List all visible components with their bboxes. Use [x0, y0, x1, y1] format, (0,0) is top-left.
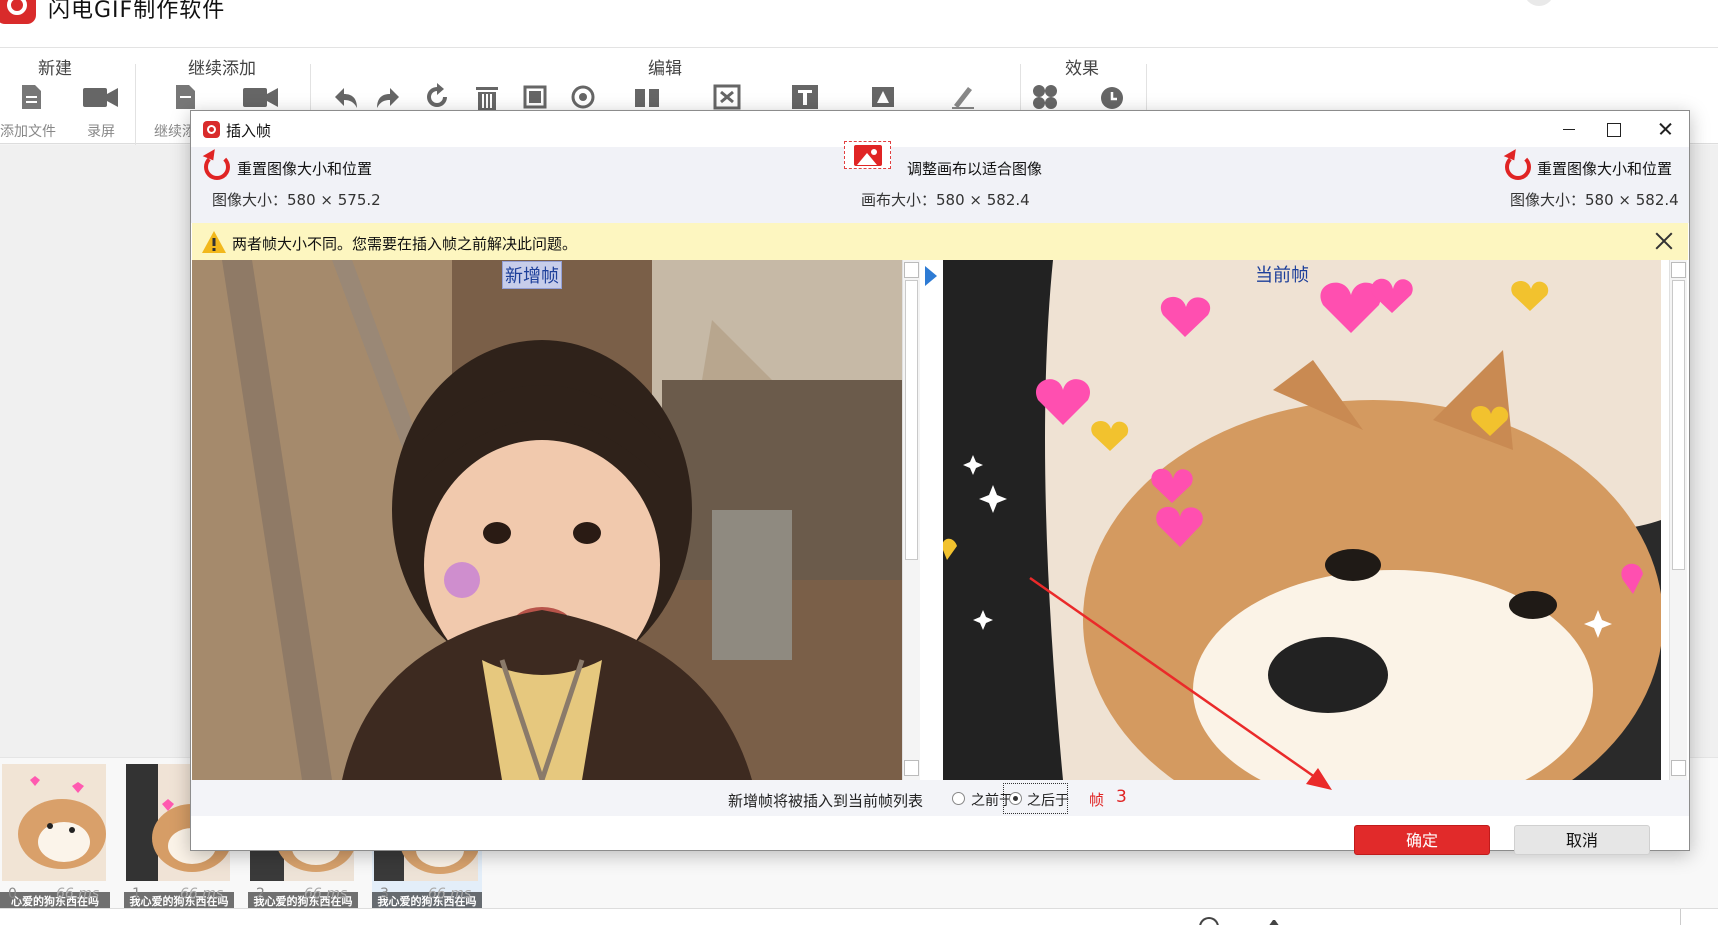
frame-index: 2	[256, 886, 265, 902]
add-file-icon[interactable]	[16, 83, 46, 111]
dialog-title: 插入帧	[226, 122, 272, 140]
reset-right-icon[interactable]	[1505, 154, 1531, 180]
maximize-button[interactable]	[1591, 115, 1635, 143]
continue-record-icon[interactable]	[242, 83, 280, 111]
brush-icon[interactable]	[948, 83, 978, 111]
delete-icon[interactable]	[472, 83, 502, 111]
group-label-edit: 编辑	[648, 59, 682, 79]
status-divider	[1680, 909, 1681, 925]
undo-icon[interactable]	[330, 83, 360, 111]
fit-canvas-label[interactable]: 调整画布以适合图像	[907, 158, 1042, 179]
app-title: 闪电GIF制作软件	[48, 0, 226, 23]
scroll-up-icon[interactable]	[1671, 262, 1686, 278]
scroll-up-icon[interactable]	[904, 262, 919, 278]
minimize-button[interactable]	[1546, 115, 1590, 143]
group-label-effects: 效果	[1065, 59, 1099, 79]
frame-duration[interactable]: 66 ms	[304, 886, 347, 902]
triangle-right-icon[interactable]	[925, 266, 937, 286]
text-icon[interactable]	[790, 83, 820, 111]
zoom-icon[interactable]	[1199, 917, 1219, 925]
frame-duration[interactable]: 66 ms	[428, 886, 471, 902]
app-logo-icon	[0, 0, 36, 24]
record-screen-label[interactable]: 录屏	[87, 121, 115, 141]
chevron-up-icon[interactable]	[1268, 919, 1280, 925]
canvas-size: 画布大小：580 × 582.4	[861, 191, 1030, 209]
status-bar	[0, 908, 1718, 925]
effects-grid-icon[interactable]	[1030, 83, 1060, 111]
frame-number[interactable]: 3	[1116, 787, 1127, 807]
frame-duration[interactable]: 66 ms	[56, 886, 99, 902]
new-frame-preview[interactable]: 新增帧	[192, 260, 902, 780]
group-divider	[135, 64, 136, 146]
continue-add-file-icon[interactable]	[170, 83, 200, 111]
redo-icon[interactable]	[374, 83, 404, 111]
fit-canvas-button[interactable]	[844, 141, 891, 169]
app-title-bar: 闪电GIF制作软件	[0, 0, 1718, 48]
radio-after-label[interactable]: 之后于	[1027, 790, 1069, 810]
current-frame-preview[interactable]: 当前帧	[943, 260, 1661, 780]
add-file-label[interactable]: 添加文件	[0, 121, 56, 141]
new-frame-title: 新增帧	[502, 261, 562, 289]
right-pane-scrollbar[interactable]	[1669, 260, 1687, 780]
group-label-continue-add: 继续添加	[188, 59, 256, 79]
warning-banner: 两者帧大小不同。您需要在插入帧之前解决此问题。	[192, 223, 1688, 260]
frame-index: 3	[380, 886, 389, 902]
sticker-icon[interactable]	[868, 83, 898, 111]
ok-button[interactable]: 确定	[1354, 825, 1490, 855]
insert-frame-dialog: 插入帧 重置图像大小和位置 图像大小：580 × 575.2 调整画布以适合图像…	[190, 110, 1690, 855]
insert-prompt: 新增帧将被插入到当前帧列表	[728, 792, 924, 810]
cancel-button[interactable]: 取消	[1514, 825, 1650, 855]
reset-left-icon[interactable]	[204, 154, 230, 180]
right-image-size: 图像大小：580 × 582.4	[1510, 191, 1679, 209]
radio-before[interactable]	[952, 792, 965, 805]
frame-label: 帧	[1089, 791, 1105, 809]
current-frame-image	[943, 260, 1661, 780]
timer-icon[interactable]	[1097, 83, 1127, 111]
scroll-thumb[interactable]	[1672, 280, 1685, 570]
warning-text: 两者帧大小不同。您需要在插入帧之前解决此问题。	[232, 235, 578, 253]
close-warning-icon[interactable]	[1650, 227, 1678, 255]
dialog-header-panel: 重置图像大小和位置 图像大小：580 × 575.2 调整画布以适合图像 画布大…	[191, 141, 1689, 223]
picture-icon	[854, 145, 882, 166]
current-frame-title: 当前帧	[1255, 265, 1309, 286]
left-image-size: 图像大小：580 × 575.2	[212, 191, 381, 209]
record-screen-icon[interactable]	[82, 83, 120, 111]
reset-left-button[interactable]: 重置图像大小和位置	[237, 158, 372, 179]
reverse-icon[interactable]	[568, 83, 598, 111]
frame-thumbnail-0[interactable]: 心爱的狗东西在吗 0 66 ms	[0, 762, 110, 912]
frame-image	[2, 764, 106, 881]
scroll-thumb[interactable]	[905, 280, 918, 560]
dialog-app-icon	[203, 121, 220, 138]
left-pane-scrollbar[interactable]	[902, 260, 920, 780]
split-icon[interactable]	[632, 83, 662, 111]
frame-index: 1	[132, 886, 141, 902]
reset-right-button[interactable]: 重置图像大小和位置	[1537, 158, 1672, 179]
frame-duration[interactable]: 66 ms	[180, 886, 223, 902]
group-label-new: 新建	[38, 59, 72, 79]
frame-index: 0	[8, 886, 17, 902]
scroll-down-icon[interactable]	[904, 760, 919, 776]
new-frame-image	[192, 260, 902, 780]
warning-icon	[201, 230, 227, 254]
close-button[interactable]	[1643, 115, 1687, 143]
crop-icon[interactable]	[520, 83, 550, 111]
rotate-icon[interactable]	[422, 83, 452, 111]
dialog-title-bar[interactable]: 插入帧	[191, 111, 1689, 147]
remove-frame-icon[interactable]	[712, 83, 742, 111]
scroll-down-icon[interactable]	[1671, 760, 1686, 776]
radio-after[interactable]	[1009, 792, 1022, 805]
window-control-icon[interactable]	[1524, 0, 1554, 6]
pane-splitter[interactable]	[921, 260, 943, 780]
insert-position-row: 新增帧将被插入到当前帧列表 之前于 之后于 帧 3	[191, 780, 1689, 816]
